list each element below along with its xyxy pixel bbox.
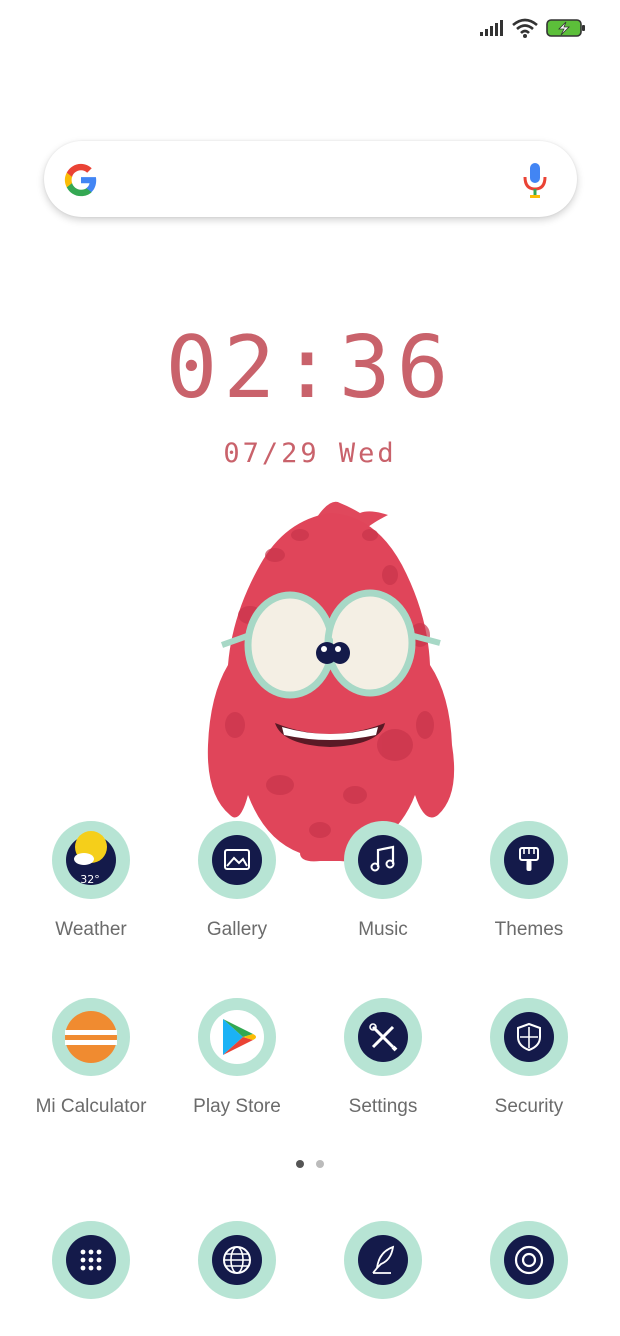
dock-camera[interactable] <box>456 1220 602 1305</box>
page-indicator[interactable] <box>0 1160 620 1168</box>
app-weather[interactable]: 32° Weather <box>18 820 164 941</box>
app-label: Security <box>494 1096 564 1117</box>
monster-illustration <box>207 501 455 862</box>
calculator-icon <box>52 998 130 1076</box>
app-label: Mi Calculator <box>35 1096 147 1117</box>
app-label: Music <box>358 919 408 940</box>
mic-icon[interactable] <box>521 161 549 199</box>
app-label: Play Store <box>193 1096 281 1117</box>
weather-temp: 32° <box>80 873 100 886</box>
weather-icon: 32° <box>52 821 130 899</box>
gallery-icon <box>198 821 276 899</box>
app-settings[interactable]: Settings <box>310 997 456 1118</box>
page-dot-active[interactable] <box>296 1160 304 1168</box>
battery-charging-icon <box>546 19 585 37</box>
app-drawer-icon <box>52 1221 130 1299</box>
dock-notes[interactable] <box>310 1220 456 1305</box>
page-dot[interactable] <box>316 1160 324 1168</box>
wifi-icon <box>512 18 538 38</box>
dock-browser[interactable] <box>164 1220 310 1305</box>
camera-lens-icon <box>490 1221 568 1299</box>
app-play-store[interactable]: Play Store <box>164 997 310 1118</box>
google-search-bar[interactable] <box>44 141 577 217</box>
play-store-icon <box>198 998 276 1076</box>
app-label: Settings <box>348 1096 418 1117</box>
status-bar <box>480 14 586 42</box>
app-themes[interactable]: Themes <box>456 820 602 941</box>
app-label: Weather <box>55 919 127 940</box>
music-icon <box>344 821 422 899</box>
clock-date[interactable]: 07/29 Wed <box>0 438 620 469</box>
settings-tools-icon <box>344 998 422 1076</box>
app-label: Themes <box>494 919 564 940</box>
themes-brush-icon <box>490 821 568 899</box>
app-label: Gallery <box>206 919 268 940</box>
app-mi-calculator[interactable]: Mi Calculator <box>18 997 164 1118</box>
signal-icon <box>480 20 503 36</box>
app-security[interactable]: Security <box>456 997 602 1118</box>
notes-quill-icon <box>344 1221 422 1299</box>
dock-app-drawer[interactable] <box>18 1220 164 1305</box>
security-shield-icon <box>490 998 568 1076</box>
browser-globe-icon <box>198 1221 276 1299</box>
app-gallery[interactable]: Gallery <box>164 820 310 941</box>
clock-time[interactable]: 02:36 <box>0 318 620 418</box>
app-music[interactable]: Music <box>310 820 456 941</box>
google-logo-icon <box>64 163 97 197</box>
